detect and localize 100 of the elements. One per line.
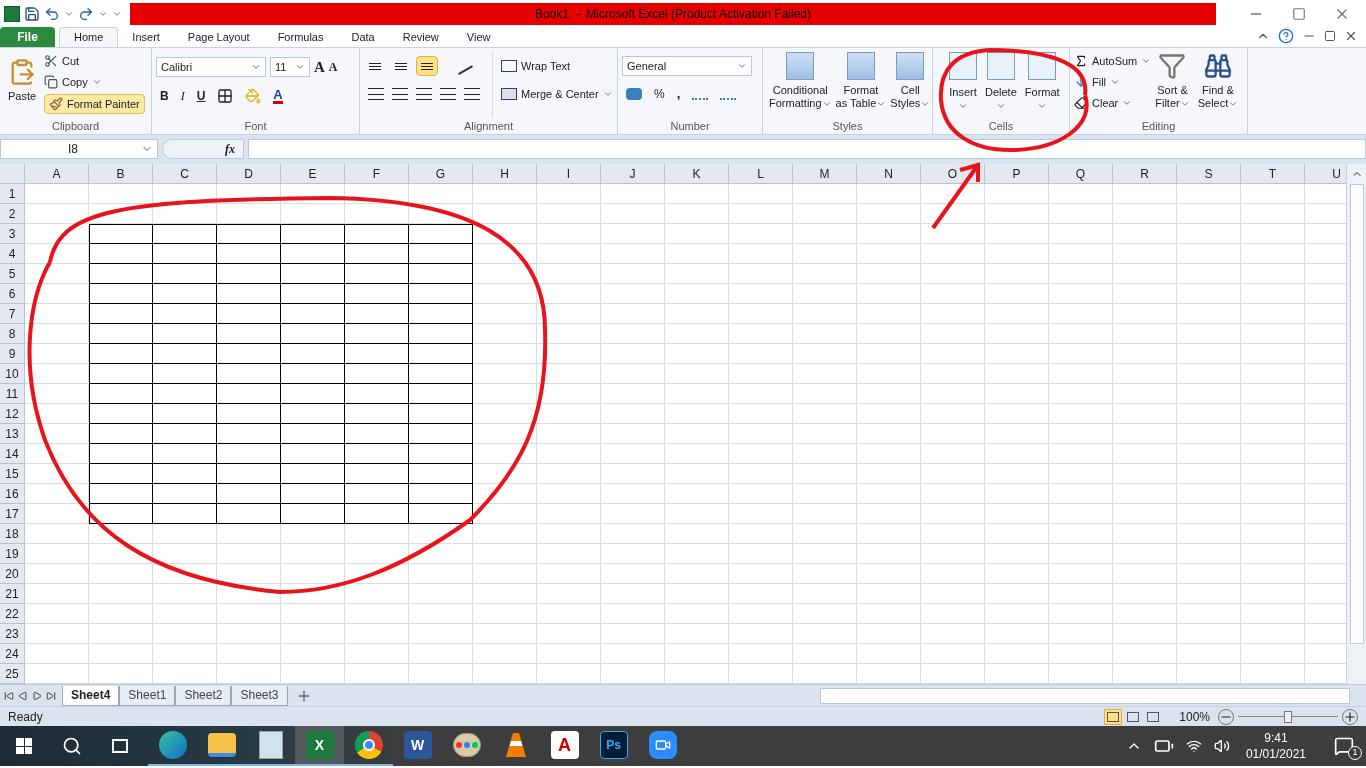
taskbar-button[interactable]: A: [540, 726, 589, 766]
taskbar-button[interactable]: W: [393, 726, 442, 766]
column-header[interactable]: A: [25, 164, 89, 184]
bordered-cell[interactable]: [281, 424, 345, 444]
zoom-slider-thumb[interactable]: [1284, 710, 1292, 723]
bordered-cell[interactable]: [281, 444, 345, 464]
bordered-cell[interactable]: [409, 264, 473, 284]
bordered-cell[interactable]: [217, 444, 281, 464]
row-header[interactable]: 15: [0, 464, 25, 484]
ribbon-tab[interactable]: Page Layout: [173, 27, 264, 47]
bordered-cell[interactable]: [281, 264, 345, 284]
bordered-cell[interactable]: [345, 344, 409, 364]
bordered-cell[interactable]: [153, 424, 217, 444]
bordered-cell[interactable]: [409, 384, 473, 404]
volume-icon[interactable]: [1213, 738, 1230, 754]
scrollbar-thumb[interactable]: [1349, 184, 1364, 644]
bordered-cell[interactable]: [89, 284, 153, 304]
decrease-indent-icon[interactable]: [440, 88, 456, 100]
bordered-cell[interactable]: [409, 244, 473, 264]
find-select-button[interactable]: Find & Select: [1193, 52, 1243, 118]
autosum-button[interactable]: AutoSum: [1074, 52, 1152, 70]
row-header[interactable]: 7: [0, 304, 25, 324]
column-header[interactable]: L: [729, 164, 793, 184]
bordered-cell[interactable]: [217, 504, 281, 524]
bordered-cell[interactable]: [153, 384, 217, 404]
bordered-cell[interactable]: [153, 324, 217, 344]
row-header[interactable]: 3: [0, 224, 25, 244]
sheet-tab[interactable]: Sheet3: [231, 685, 288, 706]
bordered-cell[interactable]: [217, 284, 281, 304]
row-header[interactable]: 1: [0, 184, 25, 204]
bordered-cell[interactable]: [409, 324, 473, 344]
task-view-icon[interactable]: [112, 739, 128, 753]
restore-icon[interactable]: [1324, 30, 1336, 42]
bordered-cell[interactable]: [89, 364, 153, 384]
formula-input-field[interactable]: [248, 139, 1366, 159]
column-header[interactable]: P: [985, 164, 1049, 184]
row-header[interactable]: 12: [0, 404, 25, 424]
bordered-cell[interactable]: [217, 224, 281, 244]
bordered-cell[interactable]: [409, 444, 473, 464]
bordered-cell[interactable]: [281, 384, 345, 404]
column-header[interactable]: R: [1113, 164, 1177, 184]
sheet-tab[interactable]: Sheet1: [119, 685, 176, 706]
row-header[interactable]: 5: [0, 264, 25, 284]
align-left-icon[interactable]: [368, 88, 384, 100]
font-color-button[interactable]: A: [273, 87, 283, 104]
style-button[interactable]: Conditional Formatting: [767, 52, 834, 118]
sheet-tab[interactable]: Sheet4: [62, 685, 120, 706]
bordered-cell[interactable]: [281, 464, 345, 484]
number-format-field[interactable]: General: [622, 56, 752, 76]
bold-button[interactable]: B: [160, 86, 169, 105]
column-header[interactable]: C: [153, 164, 217, 184]
bordered-cell[interactable]: [217, 364, 281, 384]
row-header[interactable]: 23: [0, 624, 25, 644]
sheet-tab[interactable]: Sheet2: [175, 685, 232, 706]
row-header[interactable]: 18: [0, 524, 25, 544]
percent-button[interactable]: %: [654, 84, 665, 103]
row-header[interactable]: 11: [0, 384, 25, 404]
ribbon-tab[interactable]: Insert: [118, 27, 174, 47]
wifi-icon[interactable]: [1185, 738, 1202, 754]
taskbar-button[interactable]: X: [295, 726, 344, 766]
bordered-cell[interactable]: [345, 224, 409, 244]
bordered-cell[interactable]: [89, 444, 153, 464]
ribbon-tab[interactable]: Review: [388, 27, 453, 47]
taskbar-button[interactable]: Ps: [589, 726, 638, 766]
cells-button[interactable]: Insert: [945, 52, 981, 118]
last-sheet-icon[interactable]: [46, 690, 56, 701]
bordered-cell[interactable]: [409, 364, 473, 384]
bordered-cell[interactable]: [345, 284, 409, 304]
row-header[interactable]: 20: [0, 564, 25, 584]
format-painter-button[interactable]: Format Painter: [44, 94, 145, 114]
bordered-cell[interactable]: [281, 304, 345, 324]
bordered-cell[interactable]: [153, 244, 217, 264]
bordered-cell[interactable]: [217, 264, 281, 284]
bordered-cell[interactable]: [89, 464, 153, 484]
bordered-cell[interactable]: [345, 464, 409, 484]
font-size-field[interactable]: 11: [270, 57, 310, 78]
row-header[interactable]: 24: [0, 644, 25, 664]
merge-center-button[interactable]: Merge & Center: [501, 84, 613, 104]
bordered-cell[interactable]: [153, 464, 217, 484]
bordered-cell[interactable]: [217, 244, 281, 264]
bordered-cell[interactable]: [345, 324, 409, 344]
increase-indent-icon[interactable]: [464, 88, 480, 100]
bordered-cell[interactable]: [345, 404, 409, 424]
bordered-cell[interactable]: [217, 424, 281, 444]
bordered-cell[interactable]: [153, 284, 217, 304]
bordered-cell[interactable]: [281, 504, 345, 524]
bordered-cell[interactable]: [153, 404, 217, 424]
row-header[interactable]: 22: [0, 604, 25, 624]
bordered-cell[interactable]: [409, 224, 473, 244]
column-header[interactable]: D: [217, 164, 281, 184]
bordered-cell[interactable]: [153, 444, 217, 464]
cell-grid[interactable]: [25, 184, 1346, 684]
fill-button[interactable]: Fill: [1074, 73, 1152, 91]
bordered-cell[interactable]: [345, 424, 409, 444]
row-header[interactable]: 13: [0, 424, 25, 444]
column-header[interactable]: G: [409, 164, 473, 184]
bordered-cell[interactable]: [409, 304, 473, 324]
style-button[interactable]: Format as Table: [833, 52, 889, 118]
grow-font-button[interactable]: A: [314, 56, 325, 79]
horizontal-scrollbar[interactable]: [820, 687, 1350, 704]
